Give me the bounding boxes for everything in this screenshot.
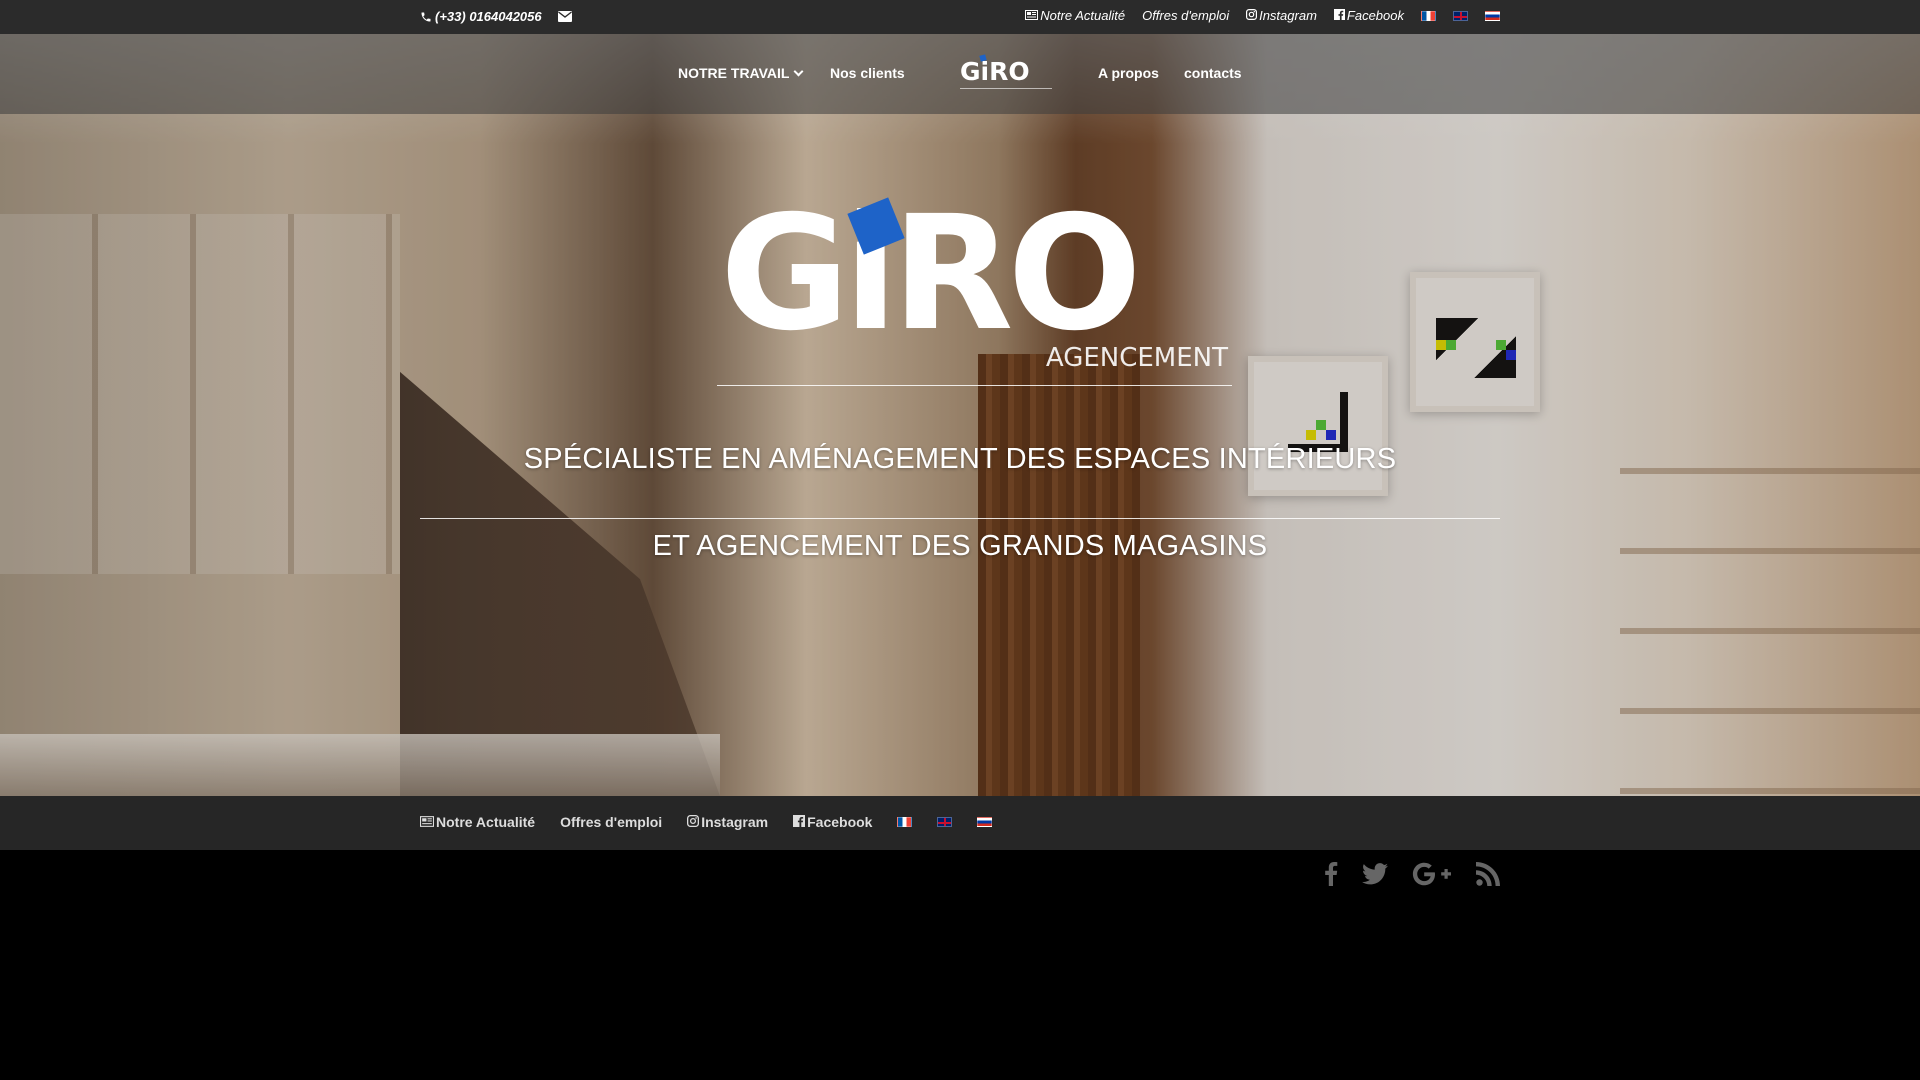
hero-divider-top [717,385,1232,386]
footer-nav: Notre Actualité Offres d'emploi Instagra… [0,796,1920,850]
footer-link-instagram[interactable]: Instagram [687,814,768,830]
top-link-facebook[interactable]: Facebook [1333,8,1404,23]
nav-logo[interactable]: GiRO [960,54,1052,94]
flag-ru-icon [977,817,993,827]
flag-fr-icon [897,817,913,827]
footer-lang-fr-flag[interactable] [897,817,913,827]
nav-item-contacts-label: contacts [1184,65,1242,81]
facebook-icon [793,814,806,830]
top-link-jobs[interactable]: Offres d'emploi [1142,8,1229,23]
hero-logo-text: GiRO [720,186,1136,366]
facebook-icon [1333,8,1345,23]
footer-link-facebook[interactable]: Facebook [793,814,872,830]
footer-link-instagram-label: Instagram [701,814,769,830]
footer-link-facebook-label: Facebook [807,814,873,830]
nav-item-notre-travail-label: NOTRE TRAVAIL [678,65,790,81]
nav-item-contacts[interactable]: contacts [1184,65,1242,81]
top-links: Notre Actualité Offres d'emploi Instagra… [1025,8,1500,23]
hero-section [0,34,1920,796]
phone-number: (+33) 0164042056 [435,9,542,24]
flag-en-icon [1453,10,1468,21]
chevron-down-icon [794,66,804,77]
hero-divider-bottom [420,518,1500,519]
nav-item-nos-clients-label: Nos clients [830,65,905,81]
footer-link-news-label: Notre Actualité [436,814,536,830]
flag-ru-icon [1485,10,1500,21]
mail-icon[interactable] [557,11,572,22]
facebook-icon[interactable] [1324,862,1338,886]
footer-link-jobs-label: Offres d'emploi [560,814,663,830]
footer-bottom [0,850,1920,1080]
top-link-news-label: Notre Actualité [1040,8,1126,23]
instagram-icon [1246,8,1258,23]
hero-logo: GiRO AGENCEMENT [720,182,1240,376]
rss-icon[interactable] [1476,862,1500,886]
main-nav: NOTRE TRAVAIL Nos clients GiRO A propos … [0,34,1920,114]
top-bar: (+33) 0164042056 Notre Actualité Offres … [0,0,1920,34]
phone-icon [420,11,432,23]
top-link-instagram[interactable]: Instagram [1246,8,1317,23]
footer-link-jobs[interactable]: Offres d'emploi [560,814,662,830]
top-link-news[interactable]: Notre Actualité [1025,8,1125,23]
newspaper-icon [1025,8,1039,23]
flag-en-icon [937,817,953,827]
phone-link[interactable]: (+33) 0164042056 [420,9,542,24]
lang-fr-flag[interactable] [1421,10,1436,21]
flag-fr-icon [1421,10,1436,21]
nav-item-notre-travail[interactable]: NOTRE TRAVAIL [678,65,804,81]
twitter-icon[interactable] [1362,863,1388,885]
hero-overlay [0,34,1920,796]
top-link-facebook-label: Facebook [1346,8,1404,23]
footer-link-news[interactable]: Notre Actualité [420,814,535,830]
nav-item-a-propos-label: A propos [1098,65,1159,81]
top-link-jobs-label: Offres d'emploi [1142,8,1230,23]
contact-info: (+33) 0164042056 [420,9,572,24]
hero-logo-subtitle: AGENCEMENT [1046,343,1228,373]
footer-links: Notre Actualité Offres d'emploi Instagra… [420,814,993,830]
footer-lang-en-flag[interactable] [937,817,953,827]
nav-item-nos-clients[interactable]: Nos clients [830,65,905,81]
nav-item-a-propos[interactable]: A propos [1098,65,1159,81]
hero-tagline-line2: ET AGENCEMENT DES GRANDS MAGASINS [652,530,1268,562]
google-plus-icon[interactable] [1412,862,1452,886]
newspaper-icon [420,814,434,830]
lang-en-flag[interactable] [1453,10,1468,21]
lang-ru-flag[interactable] [1485,10,1500,21]
instagram-icon [687,814,700,830]
footer-lang-ru-flag[interactable] [977,817,993,827]
top-link-instagram-label: Instagram [1259,8,1317,23]
nav-logo-text: GiRO [960,57,1030,86]
hero-tagline-line1: SPÉCIALISTE EN AMÉNAGEMENT DES ESPACES I… [523,443,1397,475]
social-icons [1324,862,1500,886]
